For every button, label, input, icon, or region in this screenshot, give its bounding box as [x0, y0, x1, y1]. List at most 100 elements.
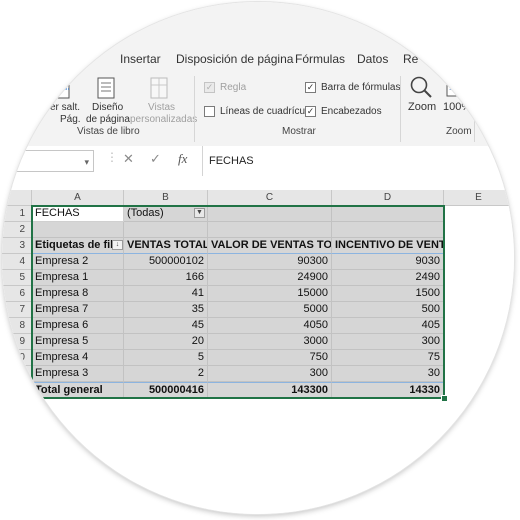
incentivo-cell[interactable]: 30	[332, 366, 444, 382]
filter-value-cell[interactable]: (Todas) ▼	[124, 206, 208, 222]
fill-handle[interactable]	[441, 395, 448, 402]
sort-filter-icon[interactable]: ↓	[112, 240, 123, 250]
row-label-cell[interactable]: Empresa 5	[32, 334, 124, 350]
ventas-cell[interactable]: 2	[124, 366, 208, 382]
formula-input[interactable]: FECHAS	[202, 146, 514, 176]
checkbox-box: ✓	[204, 82, 215, 93]
grid-cell[interactable]	[332, 222, 444, 238]
name-box[interactable]: 1 ▾	[2, 150, 94, 172]
group-label-mostrar: Mostrar	[282, 126, 316, 137]
pivot-header-text: Etiquetas de fila	[35, 239, 120, 251]
checkbox-encabezados[interactable]: ✓ Encabezados	[305, 106, 382, 117]
ventas-cell[interactable]: 35	[124, 302, 208, 318]
valor-cell[interactable]: 90300	[208, 254, 332, 270]
row-label-cell[interactable]: Empresa 6	[32, 318, 124, 334]
valor-cell[interactable]: 300	[208, 366, 332, 382]
cancel-icon[interactable]: ✕	[123, 151, 134, 167]
empty-column-e	[444, 206, 514, 398]
grid-cell[interactable]	[124, 222, 208, 238]
insert-function-icon[interactable]: fx	[178, 151, 187, 167]
zoom-100-label: 100%	[443, 101, 472, 113]
filter-dropdown-icon[interactable]: ▼	[194, 208, 205, 218]
row-label-cell[interactable]: Empresa 3	[32, 366, 124, 382]
page-layout-icon	[97, 77, 115, 99]
row-header[interactable]: 3	[2, 238, 32, 254]
pivot-header-ventas[interactable]: VENTAS TOTALES	[124, 238, 208, 254]
row-header[interactable]: 9	[2, 334, 32, 350]
ventas-cell[interactable]: 166	[124, 270, 208, 286]
incentivo-cell[interactable]: 300	[332, 334, 444, 350]
checkbox-lineas-cuadricula[interactable]: Líneas de cuadrícula	[204, 106, 313, 117]
valor-cell[interactable]: 24900	[208, 270, 332, 286]
ventas-cell[interactable]: 41	[124, 286, 208, 302]
row-header[interactable]: 6	[2, 286, 32, 302]
column-header-e[interactable]: E	[444, 190, 514, 206]
row-label-cell[interactable]: Empresa 1	[32, 270, 124, 286]
ventas-cell[interactable]: 45	[124, 318, 208, 334]
row-header[interactable]: 4	[2, 254, 32, 270]
checkbox-barra-formulas[interactable]: ✓ Barra de fórmulas	[305, 82, 400, 93]
valor-cell[interactable]: 750	[208, 350, 332, 366]
incentivo-cell[interactable]: 405	[332, 318, 444, 334]
pivot-header-incentivo[interactable]: INCENTIVO DE VENTAS	[332, 238, 444, 254]
incentivo-cell[interactable]: 9030	[332, 254, 444, 270]
grid-cell[interactable]	[208, 222, 332, 238]
total-label-cell[interactable]: Total general	[32, 382, 124, 398]
select-all-corner[interactable]	[2, 190, 32, 206]
ventas-cell[interactable]: 20	[124, 334, 208, 350]
row-label-cell[interactable]: Empresa 2	[32, 254, 124, 270]
pivot-header-row-labels[interactable]: Etiquetas de fila ↓	[32, 238, 124, 254]
grid-cell[interactable]	[32, 222, 124, 238]
tab-insertar[interactable]: Insertar	[120, 52, 161, 66]
incentivo-cell[interactable]: 1500	[332, 286, 444, 302]
row-header[interactable]: 11	[2, 366, 32, 382]
enter-icon[interactable]: ✓	[150, 151, 161, 167]
row-label-cell[interactable]: Empresa 7	[32, 302, 124, 318]
row-header[interactable]: 2	[2, 222, 32, 238]
valor-cell[interactable]: 3000	[208, 334, 332, 350]
ventas-cell[interactable]: 5	[124, 350, 208, 366]
magnifier-icon	[410, 76, 432, 98]
column-header-d[interactable]: D	[332, 190, 444, 206]
row-label-cell[interactable]: Empresa 4	[32, 350, 124, 366]
checkbox-box	[204, 106, 215, 117]
row-header[interactable]: 5	[2, 270, 32, 286]
row-header[interactable]: 8	[2, 318, 32, 334]
svg-text:100: 100	[449, 85, 461, 92]
column-header-c[interactable]: C	[208, 190, 332, 206]
checkbox-label: Líneas de cuadrícula	[220, 106, 313, 117]
tab-formulas[interactable]: Fórmulas	[295, 52, 345, 66]
column-header-a[interactable]: A	[32, 190, 124, 206]
row-label-cell[interactable]: Empresa 8	[32, 286, 124, 302]
valor-cell[interactable]: 15000	[208, 286, 332, 302]
tab-disposicion-pagina[interactable]: Disposición de página	[176, 52, 293, 66]
grid-cell[interactable]	[208, 206, 332, 222]
row-header[interactable]: 1	[2, 206, 32, 222]
incentivo-cell[interactable]: 75	[332, 350, 444, 366]
tab-datos[interactable]: Datos	[357, 52, 388, 66]
row-header[interactable]: 7	[2, 302, 32, 318]
row-header[interactable]: 12	[2, 382, 32, 398]
filter-label-cell[interactable]: FECHAS	[32, 206, 124, 222]
page-break-preview-icon	[52, 79, 70, 99]
circular-crop: Insertar Disposición de página Fórmulas …	[2, 2, 514, 514]
tab-revisar[interactable]: Re	[403, 52, 418, 66]
ribbon-separator	[194, 76, 195, 142]
ventas-cell[interactable]: 500000102	[124, 254, 208, 270]
total-ventas-cell[interactable]: 500000416	[124, 382, 208, 398]
total-valor-cell[interactable]: 143300	[208, 382, 332, 398]
grid-cell[interactable]	[332, 206, 444, 222]
valor-cell[interactable]: 5000	[208, 302, 332, 318]
incentivo-cell[interactable]: 500	[332, 302, 444, 318]
ribbon-tab-bar: Insertar Disposición de página Fórmulas …	[2, 2, 514, 70]
column-header-b[interactable]: B	[124, 190, 208, 206]
valor-cell[interactable]: 4050	[208, 318, 332, 334]
checkbox-label: Barra de fórmulas	[321, 82, 401, 93]
pivot-header-valor[interactable]: VALOR DE VENTAS TOTAL	[208, 238, 332, 254]
total-incentivo-cell[interactable]: 14330	[332, 382, 444, 398]
checkbox-box: ✓	[305, 106, 316, 117]
row-header[interactable]: 10	[2, 350, 32, 366]
incentivo-cell[interactable]: 2490	[332, 270, 444, 286]
formula-bar: 1 ▾ ⋮ ✕ ✓ fx FECHAS	[2, 146, 514, 187]
filter-value: (Todas)	[127, 207, 164, 219]
